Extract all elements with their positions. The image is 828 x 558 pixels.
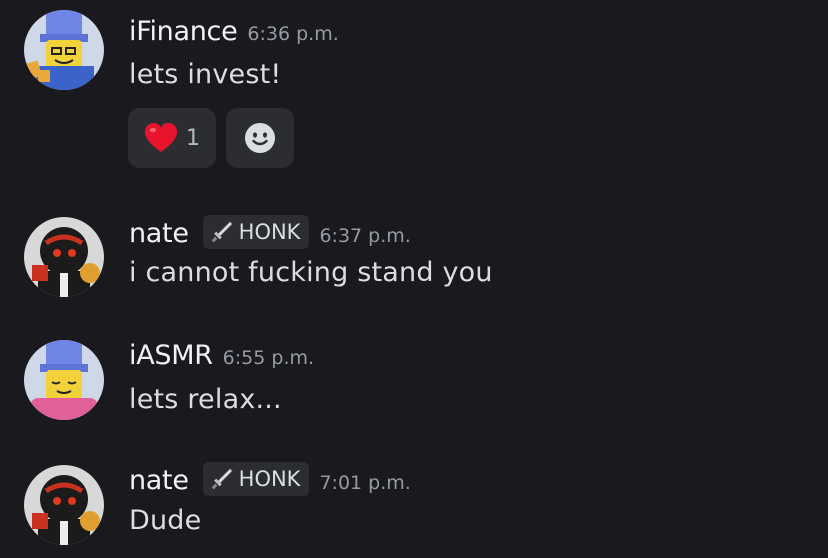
message-header: iASMR 6:55 p.m. <box>129 340 314 371</box>
roblox-avatar-icon <box>24 340 104 420</box>
tag-label: HONK <box>238 467 301 491</box>
heart-emoji-icon <box>145 123 177 152</box>
roblox-avatar-icon <box>24 10 104 90</box>
reactions-bar: 1 <box>128 108 294 168</box>
timestamp: 6:37 p.m. <box>319 225 411 247</box>
message-text: lets invest! <box>129 59 282 90</box>
message-text: Dude <box>129 505 202 536</box>
message-header: nate HONK 7:01 p.m. <box>129 462 411 499</box>
avatar[interactable] <box>24 10 104 90</box>
tag-label: HONK <box>238 220 301 244</box>
username[interactable]: nate <box>129 218 189 249</box>
role-tag[interactable]: HONK <box>202 215 310 249</box>
username[interactable]: nate <box>129 465 189 496</box>
chat-log: iFinance 6:36 p.m. lets invest! 1 nate H… <box>0 0 828 558</box>
roblox-avatar-icon <box>24 217 104 297</box>
reaction-heart[interactable]: 1 <box>128 108 216 168</box>
avatar[interactable] <box>24 340 104 420</box>
timestamp: 6:36 p.m. <box>247 23 339 45</box>
avatar[interactable] <box>24 465 104 545</box>
timestamp: 6:55 p.m. <box>222 347 315 369</box>
avatar[interactable] <box>24 217 104 297</box>
username[interactable]: iFinance <box>129 16 238 47</box>
reaction-count: 1 <box>186 125 200 151</box>
message-text: lets relax... <box>129 384 282 415</box>
smiley-face-icon <box>245 123 275 153</box>
message-header: iFinance 6:36 p.m. <box>129 16 339 47</box>
username[interactable]: iASMR <box>129 340 213 371</box>
role-tag[interactable]: HONK <box>202 462 310 496</box>
add-reaction-button[interactable] <box>226 108 294 168</box>
roblox-avatar-icon <box>24 465 104 545</box>
sword-icon <box>211 221 233 243</box>
timestamp: 7:01 p.m. <box>319 472 411 494</box>
message-header: nate HONK 6:37 p.m. <box>129 215 411 252</box>
message-text: i cannot fucking stand you <box>129 257 493 288</box>
sword-icon <box>211 468 233 490</box>
